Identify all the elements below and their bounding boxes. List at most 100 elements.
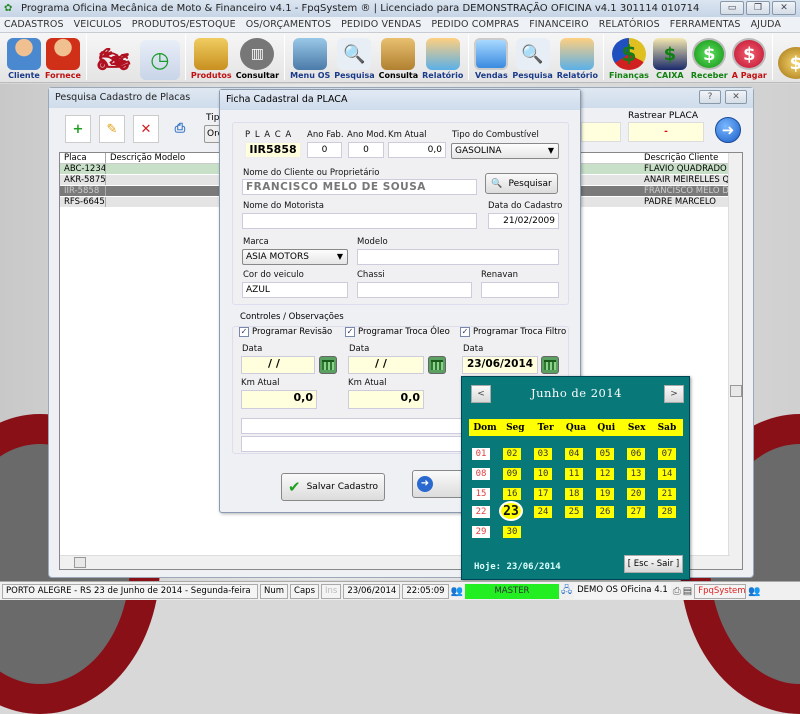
oleo-data-input[interactable]: / / bbox=[348, 356, 424, 374]
motorista-input[interactable] bbox=[242, 213, 477, 229]
calendar-day[interactable]: 10 bbox=[534, 468, 552, 480]
calendar-day[interactable]: 05 bbox=[596, 448, 614, 460]
restore-button[interactable]: ❐ bbox=[746, 1, 770, 15]
relatorio-vendas-button[interactable]: Relatório bbox=[555, 34, 600, 82]
calendar-day[interactable]: 04 bbox=[565, 448, 583, 460]
revisao-km-input[interactable]: 0,0 bbox=[241, 390, 317, 409]
column-placa[interactable]: Placa bbox=[60, 153, 106, 163]
coin-button[interactable]: $ bbox=[776, 34, 800, 82]
combustivel-select[interactable]: GASOLINA ▼ bbox=[451, 143, 559, 159]
oleo-km-input[interactable]: 0,0 bbox=[348, 390, 424, 409]
scroll-thumb[interactable] bbox=[730, 385, 742, 397]
network-icon[interactable]: ▤ bbox=[683, 586, 692, 597]
calendar-day[interactable]: 06 bbox=[627, 448, 645, 460]
calendar-day[interactable]: 30 bbox=[503, 526, 521, 538]
calendar-day[interactable]: 24 bbox=[534, 506, 552, 518]
go-arrow-button[interactable]: ➜ bbox=[715, 117, 741, 143]
column-cliente[interactable]: Descrição Cliente bbox=[642, 153, 742, 163]
rastrear-placa-input[interactable]: - bbox=[628, 122, 704, 142]
schedule-button[interactable]: ◷ bbox=[138, 34, 182, 82]
ano-mod-input[interactable]: 0 bbox=[348, 142, 384, 158]
vertical-scrollbar[interactable] bbox=[728, 153, 742, 569]
minimize-button[interactable]: ▭ bbox=[720, 1, 744, 15]
menu-pedido-vendas[interactable]: PEDIDO VENDAS bbox=[341, 19, 421, 30]
help-button[interactable]: ? bbox=[699, 90, 721, 104]
chassi-input[interactable] bbox=[357, 282, 472, 298]
menu-pedido-compras[interactable]: PEDIDO COMPRAS bbox=[431, 19, 519, 30]
caixa-button[interactable]: $ CAIXA bbox=[651, 34, 689, 82]
pesquisar-button[interactable]: 🔍 Pesquisar bbox=[485, 173, 558, 194]
calendar-day[interactable]: 07 bbox=[658, 448, 676, 460]
calendar-day[interactable]: 08 bbox=[472, 468, 490, 480]
ano-fab-input[interactable]: 0 bbox=[307, 142, 342, 158]
pesquisa-os-button[interactable]: 🔍 Pesquisa bbox=[332, 34, 376, 82]
calendar-day[interactable]: 09 bbox=[503, 468, 521, 480]
cliente-input[interactable]: FRANCISCO MELO DE SOUSA bbox=[242, 179, 477, 195]
data-cadastro-input[interactable]: 21/02/2009 bbox=[488, 213, 559, 229]
calendar-day[interactable]: 19 bbox=[596, 488, 614, 500]
cor-input[interactable]: AZUL bbox=[242, 282, 348, 298]
produtos-button[interactable]: Produtos bbox=[189, 34, 234, 82]
calendar-day[interactable]: 27 bbox=[627, 506, 645, 518]
calendar-day[interactable]: 11 bbox=[565, 468, 583, 480]
menu-ajuda[interactable]: AJUDA bbox=[751, 19, 781, 30]
consulta-button[interactable]: Consulta bbox=[377, 34, 420, 82]
salvar-cadastro-button[interactable]: ✔ Salvar Cadastro bbox=[281, 473, 385, 501]
calendar-day[interactable]: 26 bbox=[596, 506, 614, 518]
esc-sair-button[interactable]: [ Esc - Sair ] bbox=[624, 555, 683, 573]
motorcycle-button[interactable]: 🏍 bbox=[90, 34, 138, 82]
search-field[interactable] bbox=[581, 122, 621, 142]
calendar-day[interactable]: 16 bbox=[503, 488, 521, 500]
km-input[interactable]: 0,0 bbox=[388, 142, 446, 158]
delete-record-icon[interactable]: ✕ bbox=[133, 115, 159, 143]
menu-os-button[interactable]: Menu OS bbox=[288, 34, 332, 82]
calendar-day[interactable]: 29 bbox=[472, 526, 490, 538]
a-pagar-button[interactable]: $ A Pagar bbox=[730, 34, 769, 82]
new-record-icon[interactable]: + bbox=[65, 115, 91, 143]
menu-relatorios[interactable]: RELATÓRIOS bbox=[599, 19, 660, 30]
menu-cadastros[interactable]: CADASTROS bbox=[4, 19, 64, 30]
edit-record-icon[interactable]: ✎ bbox=[99, 115, 125, 143]
scroll-thumb[interactable] bbox=[74, 557, 86, 568]
close-button[interactable]: ✕ bbox=[772, 1, 796, 15]
consultar-button[interactable]: ▥ Consultar bbox=[234, 34, 281, 82]
calendar-day[interactable]: 17 bbox=[534, 488, 552, 500]
calendar-day[interactable]: 25 bbox=[565, 506, 583, 518]
calendar-day[interactable]: 15 bbox=[472, 488, 490, 500]
calendar-day[interactable]: 18 bbox=[565, 488, 583, 500]
calendar-day[interactable]: 22 bbox=[472, 506, 490, 518]
renavan-input[interactable] bbox=[481, 282, 559, 298]
calendar-day[interactable]: 13 bbox=[627, 468, 645, 480]
placa-input[interactable]: IIR5858 bbox=[245, 142, 301, 158]
financas-button[interactable]: $ Finanças bbox=[607, 34, 651, 82]
calendar-day[interactable]: 28 bbox=[658, 506, 676, 518]
calendar-day[interactable]: 12 bbox=[596, 468, 614, 480]
calendar-day-selected[interactable]: 23 bbox=[499, 501, 523, 521]
printer-status-icon[interactable]: ⎙ bbox=[673, 586, 681, 597]
menu-ferramentas[interactable]: FERRAMENTAS bbox=[670, 19, 741, 30]
marca-select[interactable]: ASIA MOTORS ▼ bbox=[242, 249, 348, 265]
modelo-input[interactable] bbox=[357, 249, 559, 265]
menu-produtos-estoque[interactable]: PRODUTOS/ESTOQUE bbox=[132, 19, 236, 30]
calendar-day[interactable]: 01 bbox=[472, 448, 490, 460]
revisao-calendar-button[interactable] bbox=[319, 356, 337, 374]
fornece-button[interactable]: Fornece bbox=[43, 34, 83, 82]
revisao-checkbox[interactable]: ✓ Programar Revisão bbox=[239, 327, 332, 337]
close-search-window-button[interactable]: ✕ bbox=[725, 90, 747, 104]
filtro-calendar-button[interactable] bbox=[541, 356, 559, 374]
filtro-checkbox[interactable]: ✓ Programar Troca Filtro bbox=[460, 327, 566, 337]
next-month-button[interactable]: > bbox=[664, 385, 684, 403]
calendar-day[interactable]: 02 bbox=[503, 448, 521, 460]
calendar-day[interactable]: 20 bbox=[627, 488, 645, 500]
calendar-day[interactable]: 03 bbox=[534, 448, 552, 460]
calendar-day[interactable]: 21 bbox=[658, 488, 676, 500]
filtro-data-input[interactable]: 23/06/2014 bbox=[462, 356, 538, 374]
receber-button[interactable]: $ Receber bbox=[689, 34, 730, 82]
revisao-data-input[interactable]: / / bbox=[241, 356, 315, 374]
cliente-button[interactable]: Cliente bbox=[5, 34, 43, 82]
menu-os-orcamentos[interactable]: OS/ORÇAMENTOS bbox=[246, 19, 331, 30]
calendar-day[interactable]: 14 bbox=[658, 468, 676, 480]
menu-veiculos[interactable]: VEICULOS bbox=[74, 19, 122, 30]
pesquisa-vendas-button[interactable]: 🔍 Pesquisa bbox=[510, 34, 554, 82]
menu-financeiro[interactable]: FINANCEIRO bbox=[529, 19, 589, 30]
